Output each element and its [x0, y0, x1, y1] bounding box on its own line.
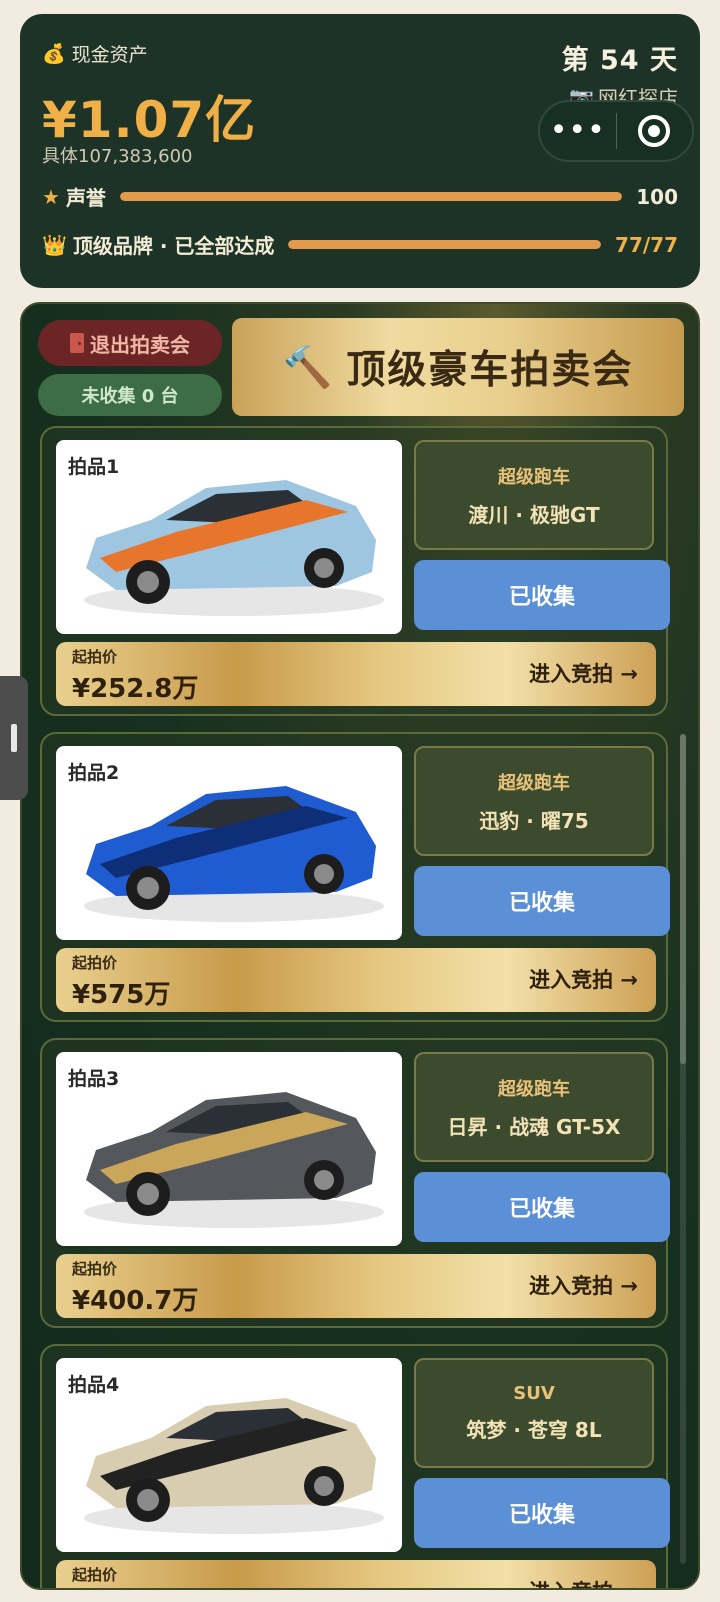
- lot-name: 渡川 · 极驰GT: [468, 502, 600, 527]
- enter-bid-bar[interactable]: 起拍价 进入竞拍 →: [56, 1560, 656, 1588]
- starting-price-label: 起拍价: [72, 954, 118, 972]
- auction-title-banner: 🔨 顶级豪车拍卖会: [232, 318, 684, 416]
- scrollbar-track[interactable]: [680, 734, 686, 1564]
- crown-icon: 👑: [42, 232, 67, 257]
- lot-name: 筑梦 · 苍穹 8L: [466, 1418, 602, 1442]
- starting-price-value: ¥575万: [72, 980, 171, 1010]
- close-mini-program-button[interactable]: [617, 115, 693, 147]
- cash-label-row: 💰 现金资产: [42, 40, 148, 67]
- lot-card-2: 拍品2 超级跑车 迅豹 · 曜75 已收集 起拍价 ¥575万 进入竞拍 →: [40, 732, 670, 1022]
- collected-button[interactable]: 已收集: [414, 1478, 670, 1548]
- starting-price-value: ¥252.8万: [72, 674, 199, 704]
- lot-name: 日昇 · 战魂 GT-5X: [447, 1114, 621, 1139]
- more-dots-icon: •••: [549, 113, 606, 148]
- reputation-label: 声誉: [65, 186, 106, 210]
- lot-image[interactable]: 拍品4: [56, 1358, 402, 1552]
- starting-price-label: 起拍价: [72, 1566, 118, 1584]
- lot-number: 拍品2: [68, 762, 120, 784]
- collected-button[interactable]: 已收集: [414, 560, 670, 630]
- brand-label: 顶级品牌 · 已全部达成: [72, 234, 275, 258]
- brand-row: 👑 顶级品牌 · 已全部达成 77/77: [42, 230, 678, 259]
- collected-button[interactable]: 已收集: [414, 1172, 670, 1242]
- auction-title: 顶级豪车拍卖会: [346, 348, 634, 393]
- lot-image[interactable]: 拍品2: [56, 746, 402, 940]
- money-bag-icon: 💰: [42, 43, 66, 65]
- collected-button[interactable]: 已收集: [414, 866, 670, 936]
- lot-info-box: SUV 筑梦 · 苍穹 8L: [414, 1358, 654, 1468]
- brand-value: 77/77: [615, 232, 678, 257]
- enter-bid-link[interactable]: 进入竞拍 →: [529, 964, 638, 994]
- lot-info-box: 超级跑车 迅豹 · 曜75: [414, 746, 654, 856]
- scrollbar-thumb[interactable]: [680, 734, 686, 1064]
- brand-progress-track: [288, 240, 602, 249]
- enter-bid-link[interactable]: 进入竞拍 →: [529, 658, 638, 688]
- reputation-value: 100: [636, 184, 678, 209]
- starting-price-label: 起拍价: [72, 648, 118, 666]
- lot-category: SUV: [513, 1383, 555, 1404]
- lot-number: 拍品4: [68, 1374, 120, 1396]
- lot-image[interactable]: 拍品3: [56, 1052, 402, 1246]
- side-drawer-handle[interactable]: [0, 676, 28, 800]
- day-counter: 第 54 天: [561, 45, 678, 76]
- reputation-row: ★ 声誉 100: [42, 182, 678, 211]
- lot-category: 超级跑车: [498, 772, 570, 794]
- reputation-progress-track: [119, 192, 623, 201]
- starting-price-label: 起拍价: [72, 1260, 118, 1278]
- mini-program-capsule: •••: [538, 100, 694, 162]
- lot-category: 超级跑车: [498, 466, 570, 488]
- cash-label: 现金资产: [71, 44, 148, 66]
- enter-bid-link[interactable]: 进入竞拍 →: [529, 1270, 638, 1300]
- lot-image[interactable]: 拍品1: [56, 440, 402, 634]
- star-icon: ★: [42, 184, 60, 209]
- uncollected-count-badge: 未收集 0 台: [38, 374, 222, 416]
- more-menu-button[interactable]: •••: [540, 116, 616, 146]
- lot-number: 拍品3: [68, 1068, 120, 1090]
- lot-category: 超级跑车: [498, 1078, 570, 1100]
- status-panel: 💰 现金资产 ¥1.07亿 具体107,383,600 第 54 天 📷 网红探…: [20, 14, 700, 288]
- lot-name: 迅豹 · 曜75: [479, 808, 589, 833]
- enter-bid-link[interactable]: 进入竞拍 →: [529, 1576, 638, 1588]
- lot-number: 拍品1: [68, 456, 120, 478]
- lot-card-3: 拍品3 超级跑车 日昇 · 战魂 GT-5X 已收集 起拍价 ¥400.7万 进…: [40, 1038, 670, 1328]
- exit-auction-label: 退出拍卖会: [90, 332, 190, 357]
- cash-detail: 具体107,383,600: [42, 146, 193, 167]
- lot-card-4: 拍品4 SUV 筑梦 · 苍穹 8L 已收集 起拍价 进入竞拍 →: [40, 1344, 670, 1588]
- starting-price-value: ¥400.7万: [72, 1286, 199, 1316]
- exit-auction-button[interactable]: 退出拍卖会: [38, 320, 222, 366]
- auction-panel: 退出拍卖会 未收集 0 台 🔨 顶级豪车拍卖会 拍品1 超级跑车 渡川 · 极驰…: [20, 302, 700, 1590]
- brand-progress-fill: [288, 240, 602, 249]
- reputation-progress-fill: [119, 192, 623, 201]
- lot-info-box: 超级跑车 渡川 · 极驰GT: [414, 440, 654, 550]
- target-close-icon: [638, 115, 671, 147]
- enter-bid-bar[interactable]: 起拍价 ¥575万 进入竞拍 →: [56, 948, 656, 1012]
- door-icon: [70, 333, 84, 353]
- lot-info-box: 超级跑车 日昇 · 战魂 GT-5X: [414, 1052, 654, 1162]
- hammer-icon: 🔨: [282, 344, 335, 391]
- enter-bid-bar[interactable]: 起拍价 ¥400.7万 进入竞拍 →: [56, 1254, 656, 1318]
- enter-bid-bar[interactable]: 起拍价 ¥252.8万 进入竞拍 →: [56, 642, 656, 706]
- lot-card-1: 拍品1 超级跑车 渡川 · 极驰GT 已收集 起拍价 ¥252.8万 进入竞拍 …: [40, 426, 670, 716]
